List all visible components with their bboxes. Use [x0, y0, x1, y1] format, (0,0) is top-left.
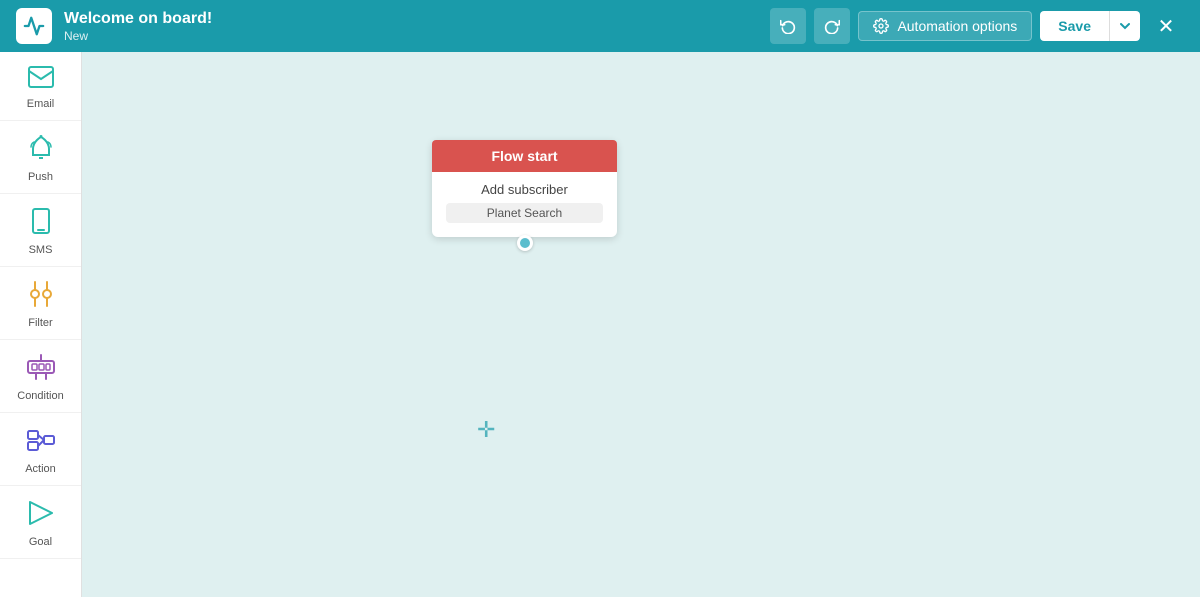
- flow-node-body: Add subscriber Planet Search: [432, 172, 617, 237]
- flow-start-node[interactable]: Flow start Add subscriber Planet Search: [432, 140, 617, 237]
- save-button[interactable]: Save: [1040, 11, 1109, 41]
- sidebar-item-push-label: Push: [28, 171, 53, 183]
- sidebar-item-goal[interactable]: Goal: [0, 486, 81, 559]
- email-icon: [28, 66, 54, 94]
- redo-button[interactable]: [814, 8, 850, 44]
- automation-canvas[interactable]: Flow start Add subscriber Planet Search …: [82, 52, 1200, 597]
- sidebar-item-condition[interactable]: Condition: [0, 340, 81, 413]
- sidebar-item-email[interactable]: Email: [0, 52, 81, 121]
- automation-options-button[interactable]: Automation options: [858, 11, 1032, 41]
- sidebar-item-filter[interactable]: Filter: [0, 267, 81, 340]
- sms-icon: [29, 208, 53, 240]
- condition-icon: [27, 354, 55, 386]
- app-header: Welcome on board! New Automation options…: [0, 0, 1200, 52]
- push-icon: [29, 135, 53, 167]
- sidebar-item-action[interactable]: Action: [0, 413, 81, 486]
- flow-node-source: Planet Search: [446, 203, 603, 223]
- flow-node-header: Flow start: [432, 140, 617, 172]
- app-logo: [16, 8, 52, 44]
- chevron-down-icon: [1120, 21, 1130, 31]
- page-subtitle: New: [64, 29, 758, 43]
- sidebar-item-condition-label: Condition: [17, 390, 63, 402]
- sidebar: Email Push SMS: [0, 52, 82, 597]
- header-actions: Automation options Save ✕: [770, 8, 1184, 44]
- sidebar-item-email-label: Email: [27, 98, 55, 110]
- canvas-move-cursor: ✛: [477, 417, 495, 443]
- flow-node-connector[interactable]: [517, 235, 533, 251]
- save-group: Save: [1040, 11, 1140, 41]
- page-title: Welcome on board!: [64, 9, 758, 28]
- sidebar-item-action-label: Action: [25, 463, 56, 475]
- sidebar-item-sms-label: SMS: [29, 244, 53, 256]
- header-title-group: Welcome on board! New: [64, 9, 758, 42]
- sidebar-item-push[interactable]: Push: [0, 121, 81, 194]
- sidebar-item-sms[interactable]: SMS: [0, 194, 81, 267]
- flow-node-trigger: Add subscriber: [446, 182, 603, 197]
- goal-icon: [28, 500, 54, 532]
- main-layout: Email Push SMS: [0, 52, 1200, 597]
- save-dropdown-button[interactable]: [1109, 11, 1140, 41]
- filter-icon: [28, 281, 54, 313]
- action-icon: [27, 427, 55, 459]
- close-button[interactable]: ✕: [1148, 8, 1184, 44]
- undo-button[interactable]: [770, 8, 806, 44]
- gear-icon: [873, 18, 889, 34]
- automation-options-label: Automation options: [897, 18, 1017, 34]
- sidebar-item-filter-label: Filter: [28, 317, 52, 329]
- sidebar-item-goal-label: Goal: [29, 536, 52, 548]
